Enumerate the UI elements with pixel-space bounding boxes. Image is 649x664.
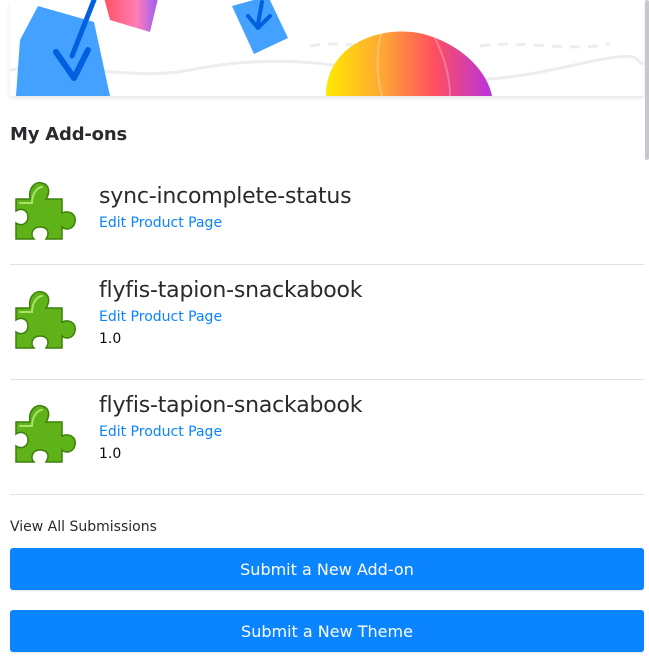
hero-illustration bbox=[10, 0, 644, 96]
puzzle-piece-icon bbox=[10, 286, 78, 354]
edit-product-page-link[interactable]: Edit Product Page bbox=[99, 424, 222, 440]
hero-banner bbox=[10, 0, 644, 96]
addon-list: sync-incomplete-status Edit Product Page… bbox=[10, 150, 644, 495]
submit-new-theme-button[interactable]: Submit a New Theme bbox=[10, 610, 644, 652]
addon-name: sync-incomplete-status bbox=[99, 184, 352, 209]
list-item: sync-incomplete-status Edit Product Page bbox=[10, 150, 644, 265]
edit-product-page-link[interactable]: Edit Product Page bbox=[99, 215, 222, 231]
puzzle-piece-icon bbox=[10, 400, 78, 468]
submit-new-addon-button[interactable]: Submit a New Add-on bbox=[10, 548, 644, 590]
list-item: flyfis-tapion-snackabook Edit Product Pa… bbox=[10, 265, 644, 380]
view-all-submissions-link[interactable]: View All Submissions bbox=[10, 519, 157, 535]
list-item: flyfis-tapion-snackabook Edit Product Pa… bbox=[10, 380, 644, 495]
puzzle-piece-icon bbox=[10, 177, 78, 245]
addon-name: flyfis-tapion-snackabook bbox=[99, 393, 363, 418]
edit-product-page-link[interactable]: Edit Product Page bbox=[99, 309, 222, 325]
page: My Add-ons sync-incomplete-status Edit P… bbox=[0, 0, 649, 664]
section-title: My Add-ons bbox=[10, 124, 127, 145]
addon-version: 1.0 bbox=[99, 446, 122, 462]
addon-name: flyfis-tapion-snackabook bbox=[99, 278, 363, 303]
addon-version: 1.0 bbox=[99, 331, 122, 347]
scrollbar[interactable] bbox=[644, 0, 649, 664]
scrollbar-thumb[interactable] bbox=[645, 0, 649, 160]
